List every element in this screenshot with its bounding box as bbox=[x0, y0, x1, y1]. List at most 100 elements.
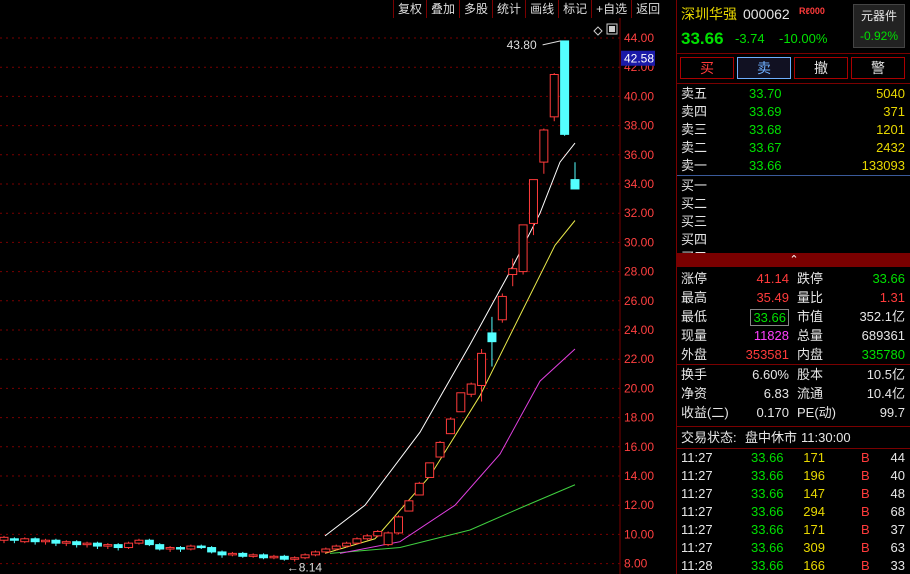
stat-label: 现量 bbox=[681, 328, 708, 343]
stat-value: 35.49 bbox=[756, 290, 789, 305]
ask-volume: 1201 bbox=[876, 122, 905, 137]
ask-price: 33.66 bbox=[749, 158, 782, 173]
bid-row[interactable]: 买二 bbox=[677, 195, 910, 213]
toolbar-button-1[interactable]: 叠加 bbox=[426, 0, 459, 18]
tick-row: 11:27 33.66 147 B 48 bbox=[677, 485, 910, 503]
ask-row[interactable]: 卖三 33.68 1201 bbox=[677, 121, 910, 139]
stat-label: 总量 bbox=[797, 328, 824, 343]
candle-body bbox=[300, 554, 310, 559]
expand-orderbook-button[interactable]: ⌃ bbox=[677, 253, 910, 267]
stat-label: 流通 bbox=[797, 386, 824, 401]
stat-row: 净资 6.83 流通 10.4亿 bbox=[677, 385, 910, 403]
tick-row: 11:27 33.66 196 B 40 bbox=[677, 467, 910, 485]
candle-body bbox=[466, 383, 476, 395]
tick-count: 48 bbox=[890, 486, 905, 501]
toolbar-button-5[interactable]: 标记 bbox=[558, 0, 591, 18]
chevron-up-icon: ⌃ bbox=[789, 254, 799, 266]
price-axis-label: 10.00 bbox=[624, 527, 654, 541]
ask-label: 卖三 bbox=[681, 122, 708, 137]
tick-volume: 171 bbox=[803, 450, 825, 465]
candle-body bbox=[445, 418, 455, 435]
toolbar-button-3[interactable]: 统计 bbox=[492, 0, 525, 18]
candle-body bbox=[487, 332, 497, 343]
divider bbox=[677, 175, 910, 176]
ask-label: 卖一 bbox=[681, 158, 708, 173]
stat-value: 99.7 bbox=[879, 405, 905, 420]
tick-price: 33.66 bbox=[751, 486, 784, 501]
buy-button[interactable]: 买 bbox=[680, 57, 734, 79]
candle-body bbox=[72, 541, 82, 546]
price-axis-label: 40.00 bbox=[624, 89, 654, 103]
ask-row[interactable]: 卖一 33.66 133093 bbox=[677, 157, 910, 175]
bid-label: 买二 bbox=[681, 196, 708, 211]
candle-body bbox=[290, 557, 300, 560]
ask-row[interactable]: 卖五 33.70 5040 bbox=[677, 85, 910, 103]
ask-row[interactable]: 卖四 33.69 371 bbox=[677, 103, 910, 121]
stat-value: 0.170 bbox=[756, 405, 789, 420]
window-icon-inner bbox=[609, 26, 615, 32]
stat-label: 跌停 bbox=[797, 271, 824, 286]
stat-value: 353581 bbox=[745, 347, 789, 362]
candle-body bbox=[92, 542, 102, 547]
tick-time: 11:27 bbox=[681, 504, 713, 519]
candle-body bbox=[196, 545, 206, 549]
candle-body bbox=[279, 555, 289, 560]
kline-svg[interactable]: 44.0042.0040.0038.0036.0034.0032.0030.00… bbox=[0, 18, 676, 574]
stat-value: 10.5亿 bbox=[866, 367, 905, 382]
stat-label: 收益(二) bbox=[681, 405, 729, 420]
stat-row: 外盘 353581 内盘 335780 bbox=[677, 346, 910, 364]
toolbar-button-6[interactable]: +自选 bbox=[591, 0, 631, 18]
tick-time: 11:27 bbox=[681, 486, 713, 501]
price-axis-label: 24.00 bbox=[624, 323, 654, 337]
ask-row[interactable]: 卖二 33.67 2432 bbox=[677, 139, 910, 157]
divider bbox=[677, 83, 910, 84]
cancel-order-button[interactable]: 撤 bbox=[794, 57, 848, 79]
kline-chart[interactable]: 44.00 42.00 40.00 38.00 36.00 34.00 32.00 30.00… bbox=[0, 18, 676, 574]
price-axis-label: 26.00 bbox=[624, 294, 654, 308]
stock-terminal: 复权 叠加 多股 统计 画线 标记 +自选 返回 44.00 42.00 40.00 38.00 36… bbox=[0, 0, 910, 574]
tick-row: 11:27 33.66 171 B 44 bbox=[677, 449, 910, 467]
ask-label: 卖五 bbox=[681, 86, 708, 101]
stat-value: 11828 bbox=[753, 328, 789, 343]
candle-body bbox=[30, 538, 40, 543]
stat-label: PE(动) bbox=[797, 405, 837, 420]
candle-body bbox=[41, 539, 51, 543]
toolbar-button-0[interactable]: 复权 bbox=[393, 0, 426, 18]
stat-label: 量比 bbox=[797, 290, 824, 305]
toolbar-button-2[interactable]: 多股 bbox=[459, 0, 492, 18]
status-time: 11:30:00 bbox=[801, 430, 851, 445]
tick-side: B bbox=[861, 540, 870, 555]
stat-value: 689361 bbox=[861, 328, 905, 343]
candle-body bbox=[518, 224, 528, 273]
tick-side: B bbox=[861, 558, 870, 573]
status-label: 交易状态: bbox=[681, 430, 737, 445]
tick-price: 33.66 bbox=[751, 522, 784, 537]
candle-body bbox=[124, 542, 134, 549]
sell-button[interactable]: 卖 bbox=[737, 57, 791, 79]
tick-count: 68 bbox=[890, 504, 905, 519]
alert-button[interactable]: 警 bbox=[851, 57, 905, 79]
tick-time: 11:27 bbox=[681, 540, 713, 555]
tick-row: 11:28 33.66 166 B 33 bbox=[677, 557, 910, 574]
bid-row[interactable]: 买三 bbox=[677, 213, 910, 231]
tick-count: 63 bbox=[890, 540, 905, 555]
ask-price: 33.67 bbox=[749, 140, 782, 155]
plot-area[interactable] bbox=[0, 18, 620, 574]
candle-body bbox=[414, 482, 424, 496]
stat-value: 33.66 bbox=[872, 271, 905, 286]
toolbar-button-7[interactable]: 返回 bbox=[631, 0, 664, 18]
candle-body bbox=[539, 129, 549, 163]
ask-volume: 371 bbox=[883, 104, 905, 119]
candle-body bbox=[528, 179, 538, 224]
candle-body bbox=[394, 516, 404, 534]
bid-label: 买三 bbox=[681, 214, 708, 229]
current-price-label: 42.58 bbox=[624, 52, 654, 66]
stat-value: 335780 bbox=[861, 347, 905, 362]
stat-value: 10.4亿 bbox=[866, 386, 905, 401]
price-axis-label: 28.00 bbox=[624, 265, 654, 279]
toolbar-button-4[interactable]: 画线 bbox=[525, 0, 558, 18]
bid-row[interactable]: 买四 bbox=[677, 231, 910, 249]
price-axis-label: 38.00 bbox=[624, 119, 654, 133]
bid-row[interactable]: 买一 bbox=[677, 177, 910, 195]
candle-body bbox=[331, 545, 341, 550]
